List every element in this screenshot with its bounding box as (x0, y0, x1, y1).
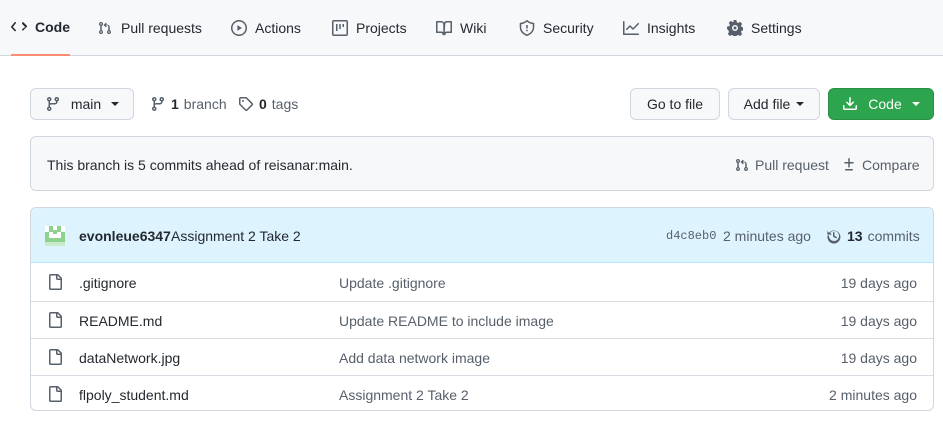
tab-wiki-label: Wiki (460, 20, 487, 36)
branch-word: branch (183, 96, 227, 112)
commit-count: 13 (847, 227, 863, 244)
graph-icon (623, 21, 639, 35)
branches-link[interactable]: 1 branch (150, 88, 227, 120)
commit-sha[interactable]: d4c8eb0 (666, 208, 716, 263)
tab-settings[interactable]: Settings (727, 0, 802, 56)
file-age: 2 minutes ago (829, 386, 917, 403)
tab-security-label: Security (543, 20, 594, 36)
file-commit-message[interactable]: Update .gitignore (339, 264, 446, 301)
file-name[interactable]: README.md (79, 302, 162, 339)
history-icon (827, 229, 841, 244)
branch-count: 1 (171, 96, 179, 112)
compare-link-label: Compare (862, 156, 920, 173)
file-name[interactable]: flpoly_student.md (79, 376, 189, 410)
go-to-file-label: Go to file (646, 96, 704, 112)
tab-projects[interactable]: Projects (332, 0, 407, 56)
tab-security[interactable]: Security (519, 0, 594, 56)
branch-select-label: main (70, 96, 102, 112)
git-branch-icon (152, 96, 164, 112)
commit-time: 2 minutes ago (723, 227, 811, 244)
commit-author[interactable]: evonleue6347 (79, 208, 171, 263)
commits-history-link[interactable]: 13 commits (826, 208, 920, 263)
pull-request-icon (736, 158, 748, 171)
branch-select-button[interactable]: main (30, 88, 134, 120)
file-age: 19 days ago (840, 274, 917, 291)
file-age: 19 days ago (840, 349, 917, 366)
tab-wiki[interactable]: Wiki (436, 0, 486, 56)
code-clone-label: Code (868, 96, 902, 112)
gear-icon (727, 20, 743, 36)
file-name[interactable]: dataNetwork.jpg (79, 339, 180, 376)
compare-link[interactable]: Compare (841, 137, 920, 192)
file-list: evonleue6347 Assignment 2 Take 2 d4c8eb0… (30, 207, 934, 411)
tab-code[interactable]: Code (11, 0, 70, 56)
tab-pull-requests-label: Pull requests (121, 20, 202, 36)
file-icon (49, 386, 62, 402)
pull-request-icon (99, 22, 111, 35)
code-clone-button[interactable]: Code (828, 88, 934, 120)
tag-word: tags (271, 96, 299, 112)
file-row: .gitignore Update .gitignore 19 days ago (31, 264, 933, 301)
shield-icon (519, 20, 535, 36)
tab-insights[interactable]: Insights (623, 0, 695, 56)
file-row: README.md Update README to include image… (31, 301, 933, 338)
file-row: flpoly_student.md Assignment 2 Take 2 2 … (31, 375, 933, 410)
latest-commit-bar: evonleue6347 Assignment 2 Take 2 d4c8eb0… (31, 208, 933, 263)
add-file-button[interactable]: Add file (728, 88, 820, 120)
diff-icon (844, 157, 854, 170)
tab-settings-label: Settings (751, 20, 802, 36)
file-age: 19 days ago (840, 312, 917, 329)
tab-actions-label: Actions (255, 20, 301, 36)
file-icon (49, 274, 62, 290)
file-icon (49, 349, 62, 365)
tag-count: 0 (259, 96, 267, 112)
file-commit-message[interactable]: Assignment 2 Take 2 (339, 376, 469, 410)
caret-down-icon (796, 102, 805, 106)
tab-projects-label: Projects (356, 20, 407, 36)
avatar[interactable] (45, 226, 65, 246)
commit-message[interactable]: Assignment 2 Take 2 (171, 208, 301, 263)
file-commit-message[interactable]: Update README to include image (339, 302, 554, 339)
add-file-label: Add file (743, 96, 791, 112)
pull-request-link-label: Pull request (755, 156, 829, 173)
branch-ahead-text: This branch is 5 commits ahead of reisan… (47, 156, 353, 173)
code-icon (11, 22, 27, 32)
pull-request-link[interactable]: Pull request (734, 137, 829, 192)
download-icon (843, 97, 858, 110)
branch-ahead-banner: This branch is 5 commits ahead of reisan… (30, 136, 934, 191)
project-icon (332, 20, 348, 36)
file-commit-message[interactable]: Add data network image (339, 339, 490, 376)
repo-nav: Code Pull requests Actions Projects Wiki… (0, 0, 943, 56)
play-icon (231, 20, 247, 36)
file-name[interactable]: .gitignore (79, 264, 137, 301)
go-to-file-button[interactable]: Go to file (630, 88, 720, 120)
file-row: dataNetwork.jpg Add data network image 1… (31, 338, 933, 375)
caret-down-icon (111, 102, 120, 106)
tag-icon (239, 97, 254, 112)
tab-insights-label: Insights (647, 20, 696, 36)
tab-actions[interactable]: Actions (231, 0, 301, 56)
file-icon (49, 312, 62, 328)
commit-word: commits (867, 227, 920, 244)
tab-code-label: Code (35, 19, 70, 35)
tab-pull-requests[interactable]: Pull requests (97, 0, 202, 56)
book-icon (436, 21, 452, 36)
caret-down-icon (911, 102, 920, 106)
tags-link[interactable]: 0 tags (238, 88, 298, 120)
git-branch-icon (46, 96, 59, 112)
